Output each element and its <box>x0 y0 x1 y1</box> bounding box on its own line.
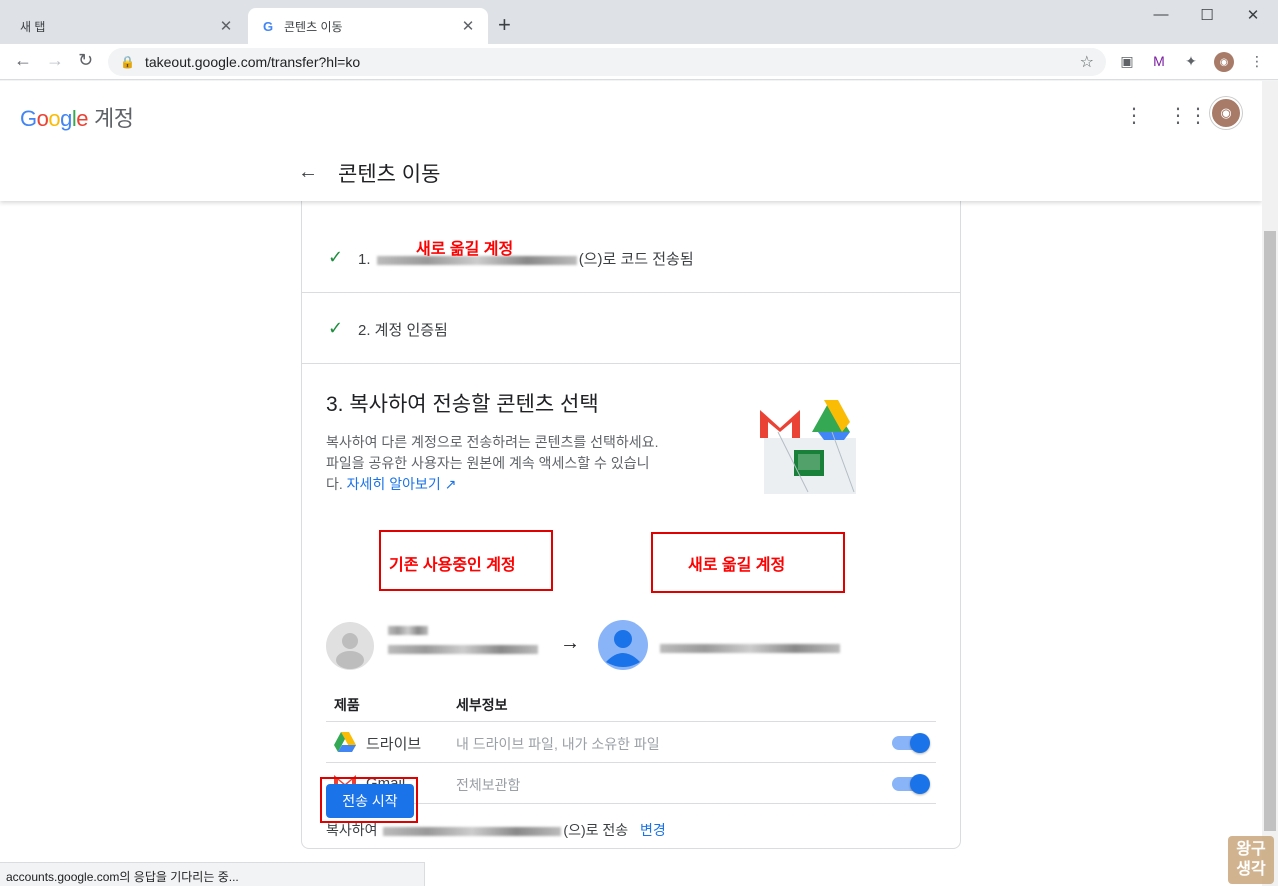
account-avatar[interactable]: ◉ <box>1210 97 1242 129</box>
product-details: 내 드라이브 파일, 내가 소유한 파일 <box>456 736 660 752</box>
new-account-avatar <box>598 620 648 670</box>
product-name: 드라이브 <box>366 736 422 753</box>
maximize-icon[interactable]: ☐ <box>1184 6 1230 24</box>
table-row: 드라이브 내 드라이브 파일, 내가 소유한 파일 <box>326 722 936 763</box>
step-2-text: 2. 계정 인증됨 <box>358 322 448 339</box>
change-account-link[interactable]: 변경 <box>640 822 666 838</box>
col-product: 제품 <box>334 697 360 713</box>
more-options-icon[interactable]: ⋮ <box>1124 103 1144 128</box>
puzzle-icon[interactable]: ✦ <box>1182 52 1200 70</box>
profile-avatar[interactable]: ◉ <box>1214 52 1234 72</box>
learn-more-link[interactable]: 자세히 알아보기 <box>347 476 441 492</box>
step-1-suffix: (으)로 코드 전송됨 <box>578 251 694 268</box>
external-link-icon: ↗ <box>444 476 457 492</box>
page-viewport: ✓ 1. (으)로 코드 전송됨 ✓ 2. 계정 인증됨 3. 복사하여 전송할… <box>0 81 1262 886</box>
drive-toggle[interactable] <box>892 733 930 753</box>
tab-title: 콘텐츠 이동 <box>284 19 343 34</box>
annotation-existing-account: 기존 사용중인 계정 <box>389 557 516 574</box>
step-3-title: 3. 복사하여 전송할 콘텐츠 선택 <box>326 393 599 416</box>
step-3-description: 복사하여 다른 계정으로 전송하려는 콘텐츠를 선택하세요. 파일을 공유한 사… <box>326 432 666 495</box>
copy-to-suffix: (으)로 전송 <box>563 822 629 838</box>
start-transfer-button[interactable]: 전송 시작 <box>326 784 414 818</box>
close-tab-icon[interactable]: ✕ <box>460 17 476 35</box>
close-tab-icon[interactable]: ✕ <box>218 17 234 35</box>
transfer-card: ✓ 1. (으)로 코드 전송됨 ✓ 2. 계정 인증됨 3. 복사하여 전송할… <box>301 141 961 849</box>
new-tab-icon[interactable]: + <box>498 14 511 36</box>
account-label: 계정 <box>94 106 134 131</box>
page-scrollbar[interactable] <box>1262 81 1278 886</box>
google-account-logo[interactable]: Google 계정 <box>20 101 134 133</box>
step-1-text: 1. (으)로 코드 전송됨 <box>358 248 694 269</box>
step-1-prefix: 1. <box>358 251 371 268</box>
forward-icon[interactable]: → <box>46 50 64 71</box>
extension-icon[interactable]: ▣ <box>1118 52 1136 70</box>
status-bar: accounts.google.com의 응답을 기다리는 중... <box>0 862 425 886</box>
product-table-header: 제품 세부정보 <box>326 682 936 722</box>
back-icon[interactable]: ← <box>14 50 32 71</box>
redacted-email <box>388 645 538 654</box>
product-details: 전체보관함 <box>456 777 521 793</box>
check-icon: ✓ <box>328 318 344 338</box>
col-details: 세부정보 <box>456 697 508 713</box>
page-header: Google 계정 ⋮ ⋮⋮⋮ ◉ ← 콘텐츠 이동 <box>0 81 1262 201</box>
copy-to-prefix: 복사하여 <box>326 822 378 838</box>
step-1: ✓ 1. (으)로 코드 전송됨 <box>302 222 960 293</box>
scroll-thumb[interactable] <box>1264 231 1276 831</box>
url-text: takeout.google.com/transfer?hl=ko <box>144 54 361 70</box>
toggle-knob <box>910 774 930 794</box>
old-account-info <box>386 626 540 654</box>
minimize-icon[interactable]: — <box>1138 6 1184 23</box>
google-favicon-icon: G <box>262 18 274 34</box>
step-2: ✓ 2. 계정 인증됨 <box>302 293 960 364</box>
tab-new-tab[interactable]: 새 탭 ✕ <box>8 8 246 44</box>
gmail-toggle[interactable] <box>892 774 930 794</box>
extension-m-icon[interactable]: M <box>1150 52 1168 70</box>
annotation-new-account-2: 새로 옮길 계정 <box>688 557 786 574</box>
tab-title: 새 탭 <box>20 19 46 34</box>
transfer-illustration <box>760 400 856 494</box>
lock-icon: 🔒 <box>120 55 135 69</box>
watermark-logo: 왕구 생각 <box>1228 836 1274 884</box>
page-title: 콘텐츠 이동 <box>338 163 441 186</box>
toggle-knob <box>910 733 930 753</box>
bookmark-star-icon[interactable]: ☆ <box>1080 52 1094 72</box>
redacted-name <box>388 626 428 635</box>
drive-icon <box>334 732 356 752</box>
tab-transfer[interactable]: G 콘텐츠 이동 ✕ <box>248 8 488 44</box>
address-bar[interactable]: 🔒 takeout.google.com/transfer?hl=ko ☆ <box>108 48 1106 76</box>
check-icon: ✓ <box>328 247 344 267</box>
redacted-email <box>383 826 562 836</box>
copy-to-line: 복사하여 (으)로 전송 변경 <box>326 820 666 840</box>
close-window-icon[interactable]: ✕ <box>1230 6 1276 24</box>
redacted-email <box>660 644 840 654</box>
new-account-info <box>658 640 842 658</box>
annotation-new-account: 새로 옮길 계정 <box>416 241 514 258</box>
old-account-avatar <box>326 622 374 670</box>
arrow-right-icon: → <box>560 632 580 654</box>
tab-strip: 새 탭 ✕ G 콘텐츠 이동 ✕ + — ☐ ✕ <box>0 0 1278 44</box>
menu-icon[interactable]: ⋮ <box>1248 52 1266 70</box>
browser-toolbar: ← → ↻ 🔒 takeout.google.com/transfer?hl=k… <box>0 44 1278 80</box>
reload-icon[interactable]: ↻ <box>78 50 93 71</box>
back-arrow-icon[interactable]: ← <box>298 161 318 184</box>
